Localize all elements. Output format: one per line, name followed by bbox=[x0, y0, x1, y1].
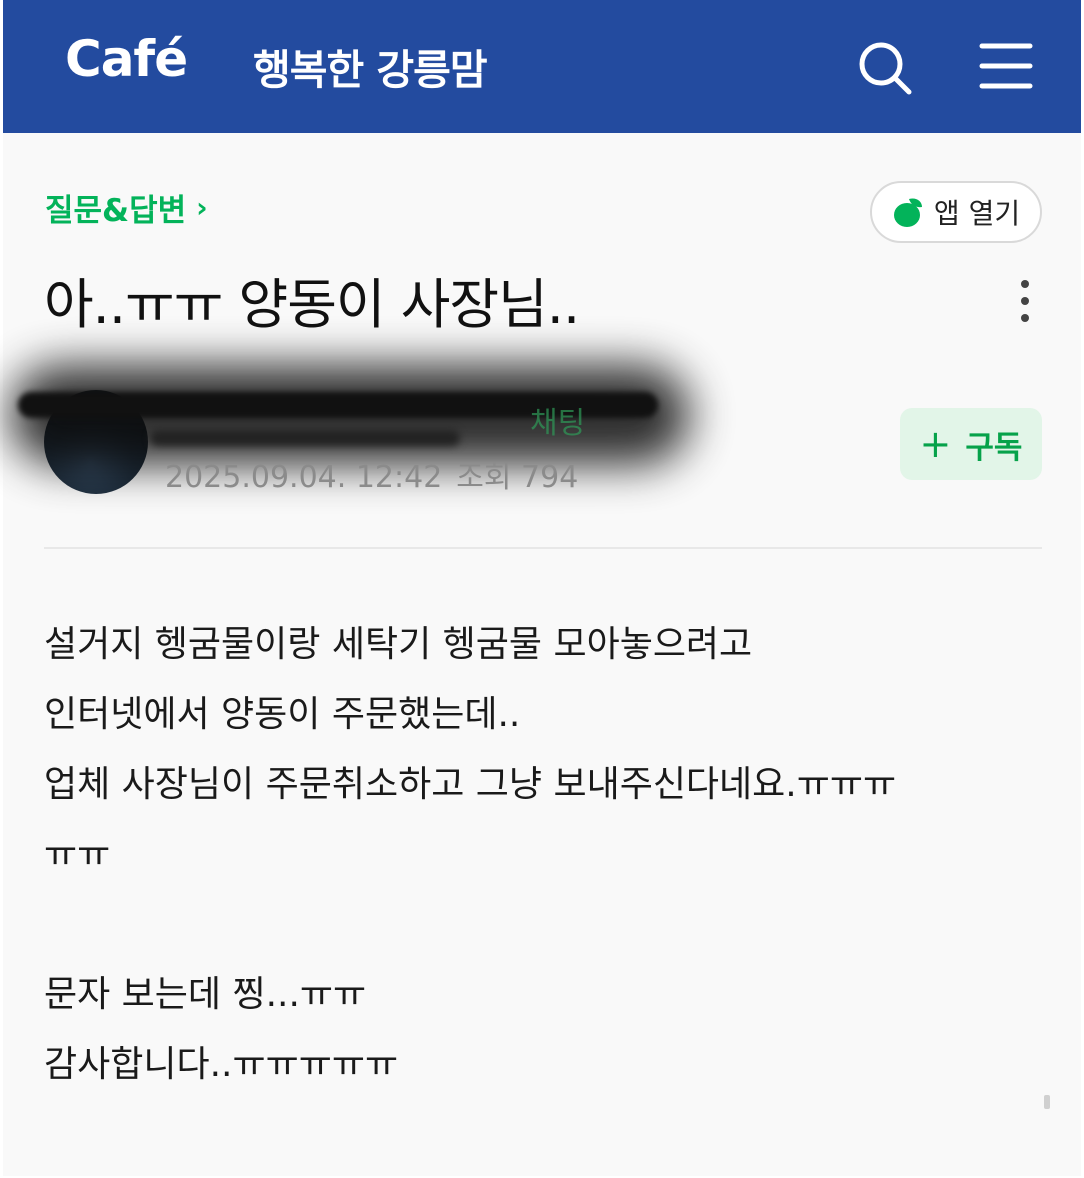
redaction-stroke-secondary bbox=[150, 430, 460, 446]
search-icon[interactable] bbox=[855, 38, 915, 98]
cafe-logo[interactable]: Café bbox=[65, 30, 188, 88]
view-count: 조회 794 bbox=[456, 460, 579, 495]
menu-icon[interactable] bbox=[978, 40, 1034, 92]
scrollbar[interactable] bbox=[1044, 1095, 1050, 1109]
post-date: 2025.09.04. 12:42 bbox=[165, 460, 443, 495]
board-name: 질문&답변 bbox=[45, 193, 187, 229]
post-title: 아..ㅠㅠ 양동이 사장님.. bbox=[44, 273, 580, 336]
body-line: 감사합니다..ㅠㅠㅠㅠㅠ bbox=[44, 1044, 399, 1085]
more-options-icon[interactable] bbox=[1010, 280, 1040, 326]
subscribe-label: 구독 bbox=[965, 429, 1023, 466]
body-line: 업체 사장님이 주문취소하고 그냥 보내주신다네요.ㅠㅠㅠ bbox=[44, 764, 897, 805]
cafe-name[interactable]: 행복한 강릉맘 bbox=[253, 36, 488, 96]
chevron-right-icon: › bbox=[196, 191, 208, 224]
body-line: 문자 보는데 찡...ㅠㅠ bbox=[44, 974, 367, 1015]
coffee-cup-icon bbox=[893, 198, 922, 227]
post-body: 설거지 헹굼물이랑 세탁기 헹굼물 모아놓으려고 인터넷에서 양동이 주문했는데… bbox=[44, 610, 1044, 1100]
body-line: ㅠㅠ bbox=[44, 834, 111, 875]
body-line-blank bbox=[44, 890, 1044, 960]
app-header: Café 행복한 강릉맘 bbox=[3, 0, 1081, 133]
plus-icon: + bbox=[919, 422, 952, 466]
board-breadcrumb[interactable]: 질문&답변 › bbox=[45, 185, 208, 230]
divider bbox=[44, 547, 1042, 549]
body-line: 인터넷에서 양동이 주문했는데.. bbox=[44, 694, 521, 735]
chat-link[interactable]: 채팅 bbox=[530, 398, 585, 442]
open-app-label: 앱 열기 bbox=[933, 197, 1021, 230]
post-meta: 2025.09.04. 12:42 조회 794 bbox=[165, 452, 578, 496]
body-line: 설거지 헹굼물이랑 세탁기 헹굼물 모아놓으려고 bbox=[44, 624, 753, 665]
open-app-button[interactable]: 앱 열기 bbox=[870, 181, 1042, 243]
subscribe-button[interactable]: + 구독 bbox=[900, 408, 1042, 480]
